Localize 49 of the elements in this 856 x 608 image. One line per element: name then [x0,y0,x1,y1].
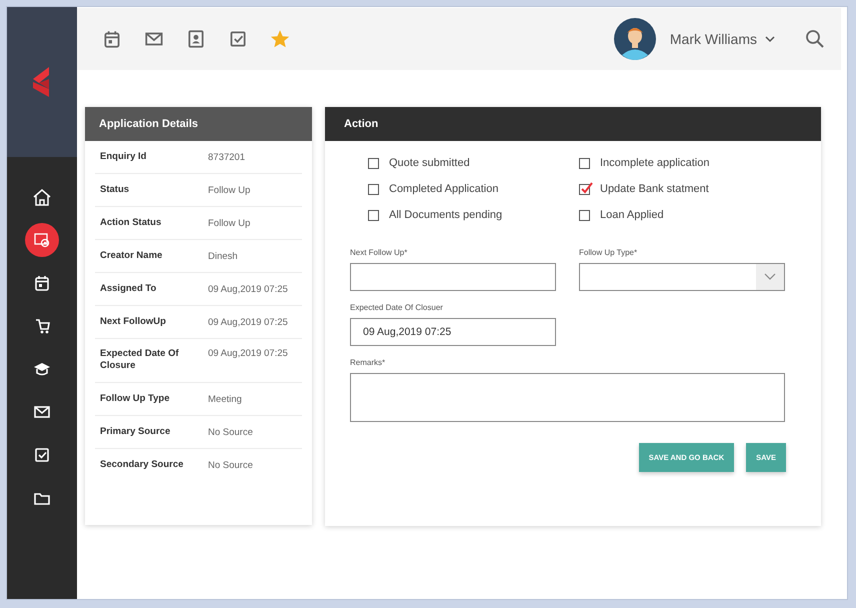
field-value: 09 Aug,2019 07:25 [208,284,288,294]
field-value: Follow Up [208,184,250,196]
field-label: Expected Date Of Closuer [350,303,444,312]
field-label: Status [100,184,130,196]
field-value: Dinesh [208,250,238,262]
field-label: Follow Up Type [100,392,170,406]
caret-icon [764,273,776,281]
avatar-icon[interactable] [614,18,656,60]
field-label: Next Follow Up* [350,248,408,257]
checkbox-label: Loan Applied [600,209,664,221]
checkbox-label: All Documents pending [389,209,502,221]
caret-icon [765,35,775,43]
field-label: Action Status [100,216,162,230]
field-value: Meeting [208,394,242,404]
field-value: Follow Up [208,218,250,228]
field-label: Creator Name [100,250,164,262]
field-label: Next FollowUp [100,316,167,328]
checkbox[interactable] [368,158,379,168]
checkbox-label: Update Bank statment [600,183,709,195]
star-icon[interactable] [269,28,291,50]
card-title: Application Details [85,107,312,141]
input-field[interactable]: 09 Aug,2019 07:25 [350,318,556,346]
field-value: 09 Aug,2019 07:25 [208,348,288,359]
settings-icon[interactable] [25,223,59,257]
user-menu[interactable]: Mark Williams [670,31,775,47]
search-icon[interactable] [805,29,825,49]
field-value: No Source [208,460,253,470]
checkbox[interactable] [368,184,379,194]
field-label: Secondary Source [100,458,184,472]
input-field[interactable] [350,263,556,291]
field-label: Remarks* [350,358,386,367]
field-label: Enquiry Id [100,150,148,164]
checkbox[interactable] [579,184,590,194]
checkbox[interactable] [579,158,590,168]
field-value: 8737201 [208,152,245,162]
field-value: 09 Aug,2019 07:25 [208,316,288,328]
field-label: Follow Up Type* [579,248,638,257]
checkbox-label: Incomplete application [600,157,710,169]
checkbox-label: Quote submitted [389,157,470,169]
card-title: Action [325,107,821,141]
remarks-field[interactable] [350,373,785,422]
checkbox[interactable] [579,210,590,220]
field-label: Assigned To [100,282,158,296]
dropdown-field[interactable] [579,263,785,291]
field-value: No Source [208,426,253,438]
checkbox-label: Completed Application [389,183,498,195]
checkbox[interactable] [368,210,379,220]
field-label: Primary Source [100,426,172,438]
field-label: Expected Date Of Closure [100,348,180,373]
